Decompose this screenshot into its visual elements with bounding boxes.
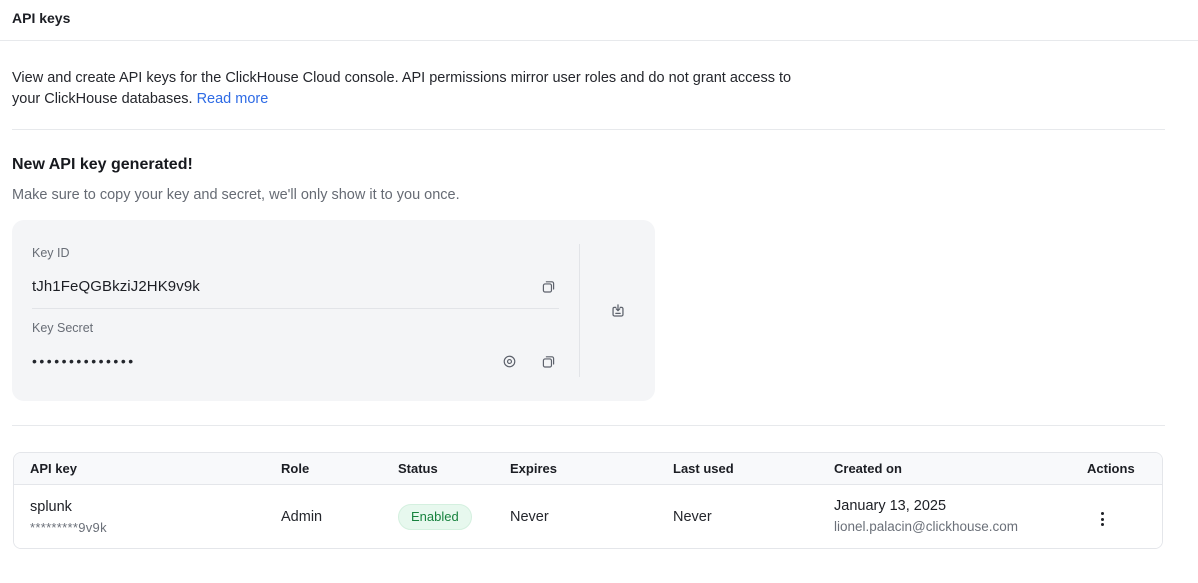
key-secret-masked-value: •••••••••••••• [32, 353, 136, 369]
copy-key-id-button[interactable] [537, 275, 559, 297]
cell-created-on: January 13, 2025 lionel.palacin@clickhou… [818, 485, 1071, 548]
key-id-value: tJh1FeQGBkziJ2HK9v9k [32, 278, 200, 295]
intro-paragraph: View and create API keys for the ClickHo… [12, 41, 1165, 130]
key-secret-label: Key Secret [32, 320, 559, 337]
new-key-subtitle: Make sure to copy your key and secret, w… [12, 185, 1165, 205]
reveal-secret-button[interactable] [498, 350, 520, 372]
column-header-api-key: API key [14, 453, 265, 485]
download-area [580, 220, 655, 401]
column-header-role: Role [265, 453, 382, 485]
created-on-date: January 13, 2025 [834, 497, 1055, 516]
column-header-created-on: Created on [818, 453, 1071, 485]
card-divider [32, 308, 559, 309]
read-more-link[interactable]: Read more [197, 91, 269, 107]
column-header-status: Status [382, 453, 494, 485]
api-key-masked: *********9v9k [30, 519, 249, 536]
column-header-expires: Expires [494, 453, 657, 485]
new-key-title: New API key generated! [12, 154, 1165, 176]
intro-text-line1: View and create API keys for the ClickHo… [12, 70, 791, 86]
table-row: splunk *********9v9k Admin Enabled Never… [14, 485, 1162, 548]
download-key-button[interactable] [607, 300, 629, 322]
cell-api-key: splunk *********9v9k [14, 485, 265, 548]
row-actions-button[interactable] [1099, 509, 1106, 530]
copy-icon [540, 278, 557, 295]
cell-expires: Never [494, 485, 657, 548]
cell-role: Admin [265, 485, 382, 548]
status-badge: Enabled [398, 504, 472, 530]
api-key-name: splunk [30, 498, 249, 516]
section-divider [12, 425, 1165, 426]
page-title: API keys [12, 8, 1186, 28]
cell-last-used: Never [657, 485, 818, 548]
eye-icon [501, 353, 518, 370]
key-id-row: tJh1FeQGBkziJ2HK9v9k [32, 274, 559, 298]
key-secret-row: •••••••••••••• [32, 349, 559, 373]
copy-icon [540, 353, 557, 370]
download-icon [609, 302, 627, 320]
created-on-by-email: lionel.palacin@clickhouse.com [834, 518, 1055, 536]
column-header-last-used: Last used [657, 453, 818, 485]
copy-secret-button[interactable] [537, 350, 559, 372]
cell-status: Enabled [382, 485, 494, 548]
intro-text-line2: your ClickHouse databases. [12, 91, 193, 107]
kebab-menu-icon [1101, 511, 1104, 528]
new-key-card: Key ID tJh1FeQGBkziJ2HK9v9k Key Secret •… [12, 220, 655, 401]
page-header: API keys [0, 0, 1198, 41]
api-keys-table: API key Role Status Expires Last used Cr… [13, 452, 1163, 549]
key-id-label: Key ID [32, 245, 559, 262]
cell-actions [1071, 485, 1162, 548]
table-header-row: API key Role Status Expires Last used Cr… [14, 453, 1162, 485]
content: View and create API keys for the ClickHo… [0, 41, 1198, 549]
column-header-actions: Actions [1071, 453, 1162, 485]
key-fields: Key ID tJh1FeQGBkziJ2HK9v9k Key Secret •… [12, 220, 579, 401]
